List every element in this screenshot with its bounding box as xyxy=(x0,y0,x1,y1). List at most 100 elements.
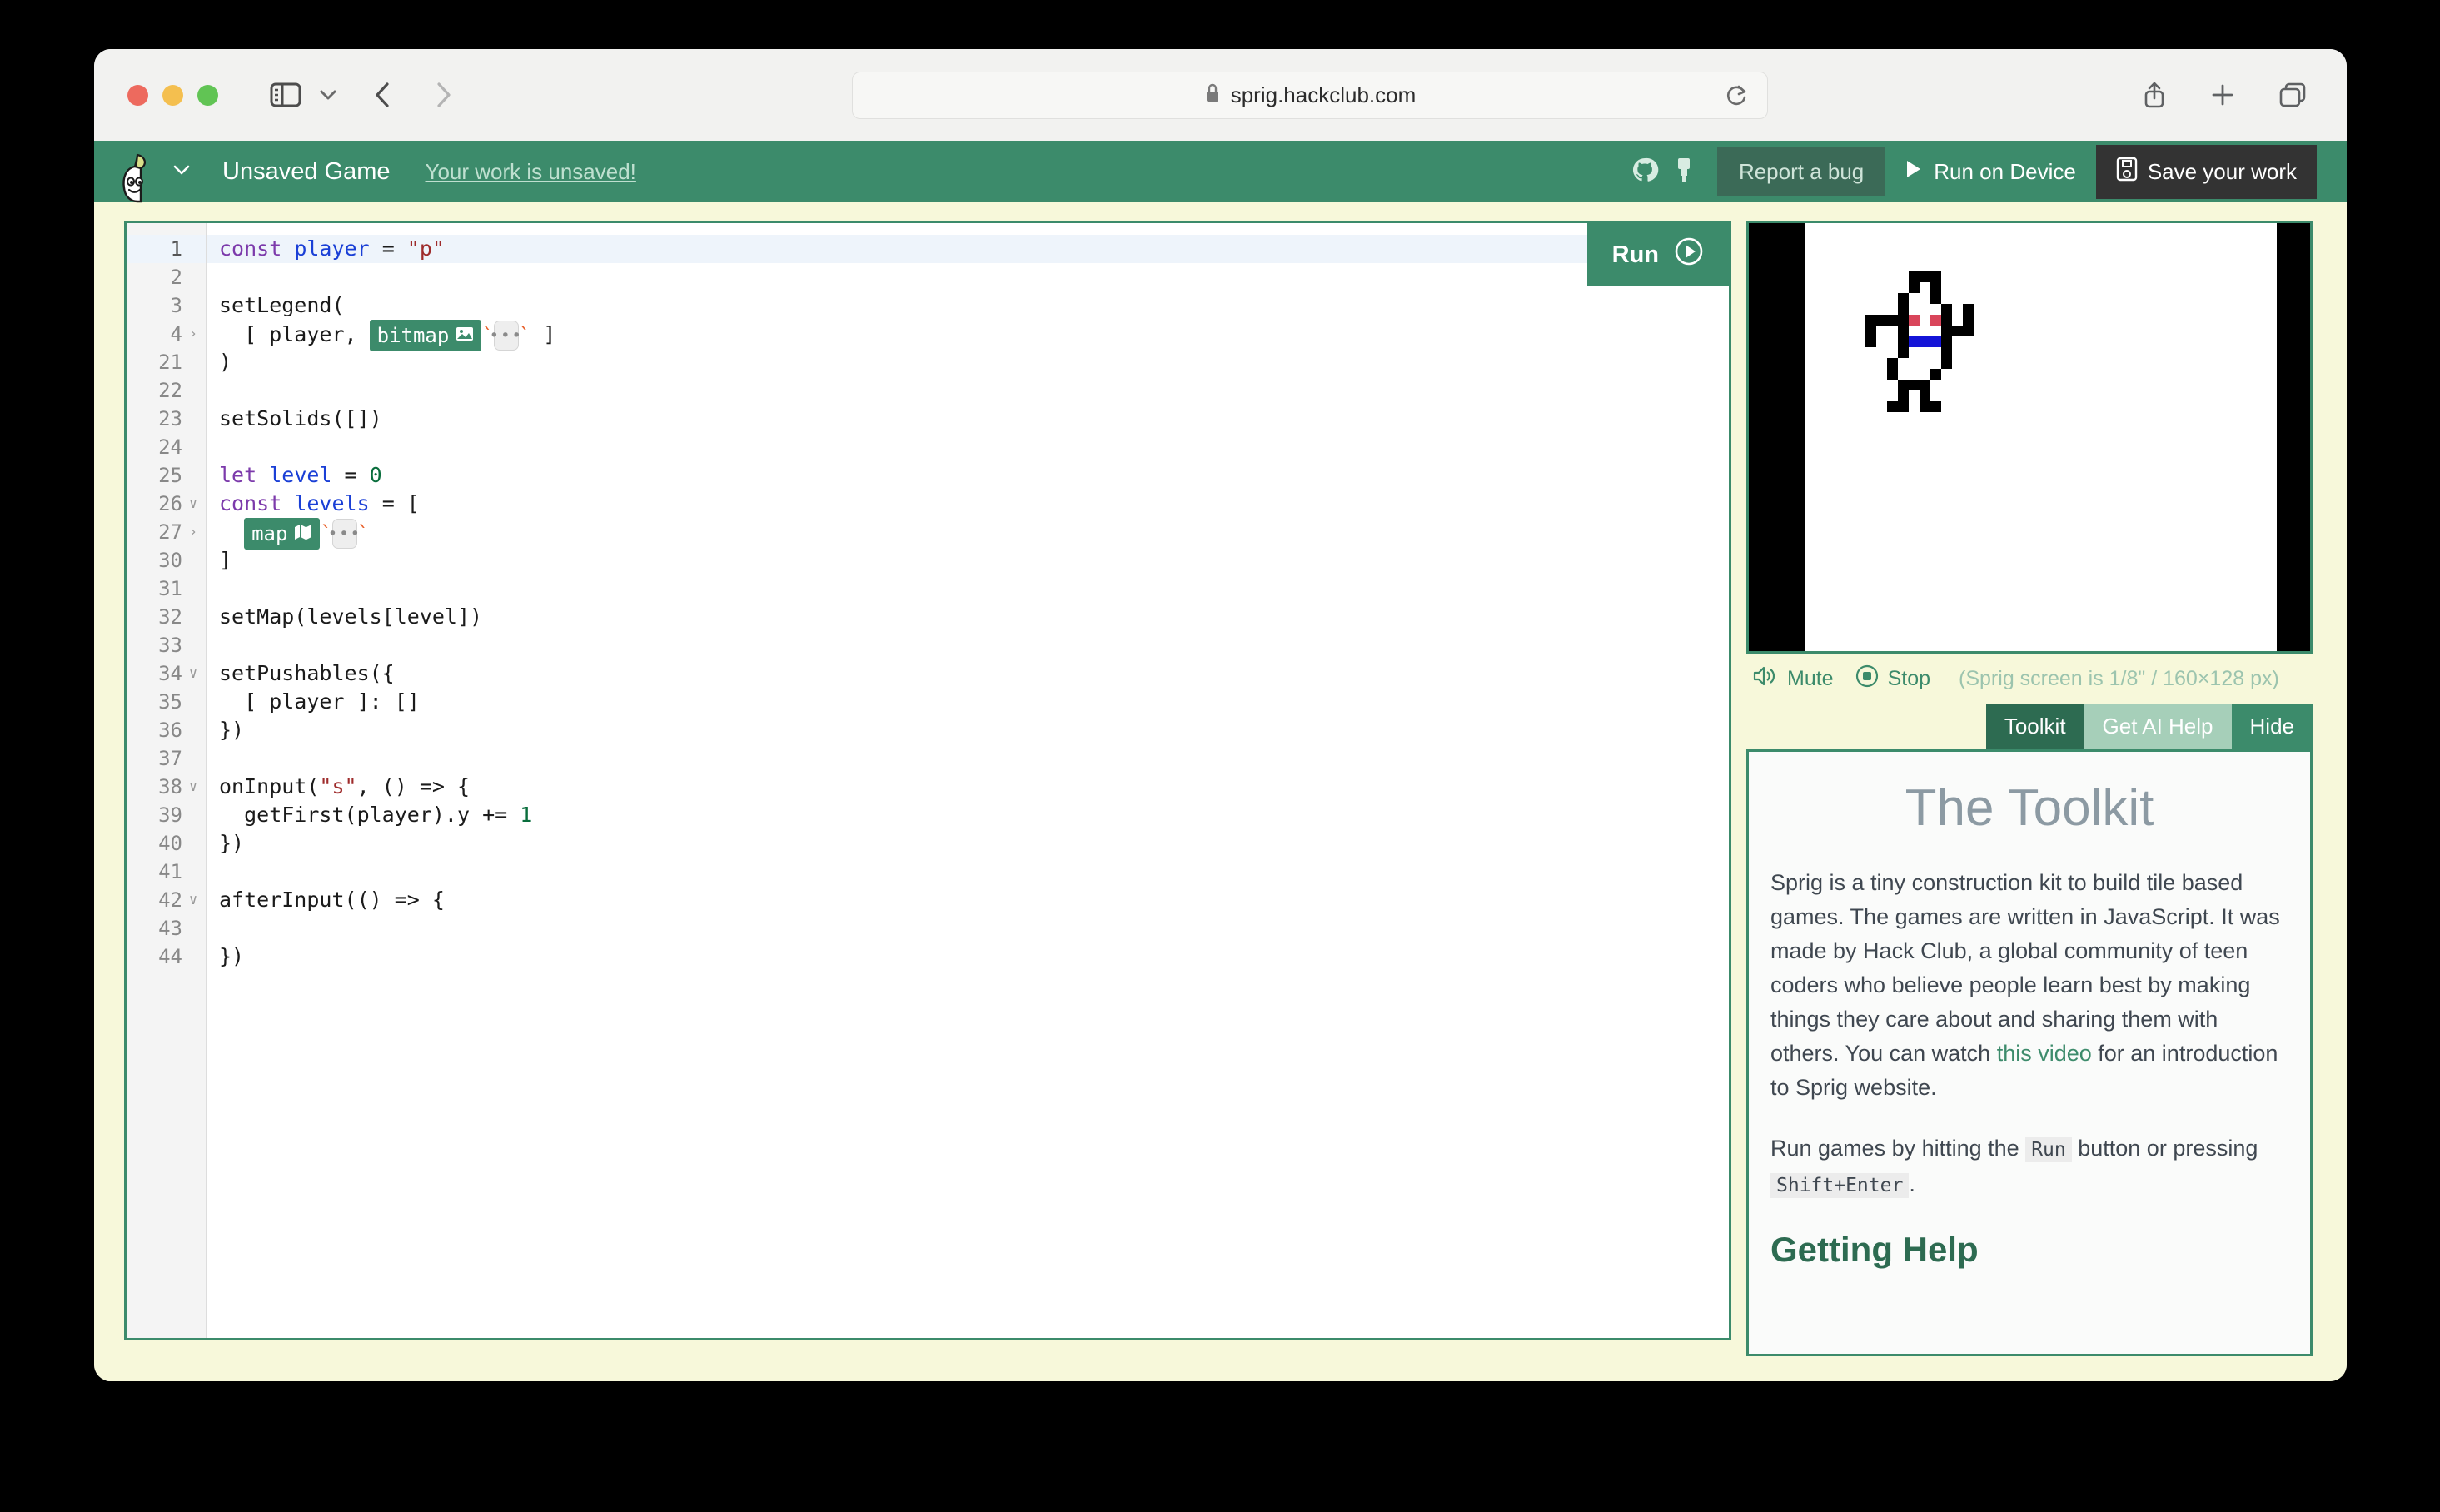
play-triangle-icon xyxy=(1905,159,1922,185)
code-line: onInput("s", () => { xyxy=(207,773,1729,801)
gutter-line: 30 xyxy=(127,546,206,574)
sprig-header: Unsaved Game Your work is unsaved! Repor… xyxy=(94,141,2347,202)
code-line xyxy=(207,914,1729,943)
toolkit-title: The Toolkit xyxy=(1770,778,2288,838)
toolkit-panel: The Toolkit Sprig is a tiny construction… xyxy=(1746,749,2313,1356)
code-editor-panel: 1 2 3 4› 21 22 23 24 25 26∨ 27› 30 31 32… xyxy=(124,221,1731,1340)
github-icon[interactable] xyxy=(1631,156,1659,188)
code-line: let level = 0 xyxy=(207,461,1729,490)
toolkit-tabs: Toolkit Get AI Help Hide xyxy=(1746,704,2313,749)
code-line: ] xyxy=(207,546,1729,574)
code-text-area[interactable]: const player = "p" setLegend( [ player, … xyxy=(207,223,1729,1338)
gutter-line: 26∨ xyxy=(127,490,206,518)
maximize-window-button[interactable] xyxy=(197,85,218,106)
gutter-line: 27› xyxy=(127,518,206,546)
gutter-line: 44 xyxy=(127,943,206,971)
code-line xyxy=(207,744,1729,773)
stop-button[interactable]: Stop xyxy=(1855,664,1930,694)
code-line: const player = "p" xyxy=(207,235,1729,263)
code-line xyxy=(207,263,1729,291)
chevron-down-icon[interactable] xyxy=(318,88,338,102)
plus-icon[interactable] xyxy=(2210,82,2235,107)
code-line xyxy=(207,376,1729,405)
back-arrow-icon[interactable] xyxy=(373,81,393,109)
sprig-logo-icon[interactable] xyxy=(112,152,161,203)
gutter-line: 3 xyxy=(127,291,206,320)
play-circle-icon xyxy=(1674,236,1704,273)
code-line: }) xyxy=(207,829,1729,858)
code-line: [ player ]: [] xyxy=(207,688,1729,716)
stop-icon xyxy=(1855,664,1879,694)
code-line: }) xyxy=(207,716,1729,744)
code-line: setSolids([]) xyxy=(207,405,1729,433)
sprig-body: 1 2 3 4› 21 22 23 24 25 26∨ 27› 30 31 32… xyxy=(94,202,2347,1381)
gutter-line: 36 xyxy=(127,716,206,744)
sidebar-toggle-icon[interactable] xyxy=(270,82,301,108)
code-line: }) xyxy=(207,943,1729,971)
expand-bitmap-button[interactable]: ••• xyxy=(494,321,519,351)
report-bug-button[interactable]: Report a bug xyxy=(1717,147,1885,196)
forward-arrow-icon[interactable] xyxy=(433,81,453,109)
screen-size-note: (Sprig screen is 1/8" / 160×128 px) xyxy=(1959,667,2279,691)
gutter-line: 22 xyxy=(127,376,206,405)
gutter-line: 24 xyxy=(127,433,206,461)
letterbox-right xyxy=(2277,223,2310,651)
image-icon xyxy=(456,321,474,350)
url-bar[interactable]: sprig.hackclub.com xyxy=(852,72,1768,119)
code-line xyxy=(207,574,1729,603)
game-title: Unsaved Game xyxy=(222,158,391,186)
header-actions: Report a bug Run on Device Save your wor… xyxy=(1631,145,2317,199)
close-window-button[interactable] xyxy=(127,85,148,106)
gutter-line: 1 xyxy=(127,235,206,263)
gutter-line: 23 xyxy=(127,405,206,433)
tab-overview-icon[interactable] xyxy=(2278,82,2307,108)
browser-toolbar: sprig.hackclub.com xyxy=(94,49,2347,141)
gutter-line: 35 xyxy=(127,688,206,716)
share-icon[interactable] xyxy=(2142,80,2167,110)
tab-toolkit[interactable]: Toolkit xyxy=(1986,704,2084,749)
code-line: map`•••` xyxy=(207,518,1729,546)
gutter-line: 25 xyxy=(127,461,206,490)
gutter-line: 32 xyxy=(127,603,206,631)
code-line xyxy=(207,631,1729,659)
save-work-button[interactable]: Save your work xyxy=(2096,145,2317,199)
this-video-link[interactable]: this video xyxy=(1997,1041,2092,1066)
run-on-device-button[interactable]: Run on Device xyxy=(1885,147,2096,196)
code-line xyxy=(207,858,1729,886)
gutter-line: 43 xyxy=(127,914,206,943)
gutter-line: 40 xyxy=(127,829,206,858)
code-line: const levels = [ xyxy=(207,490,1729,518)
mute-label: Mute xyxy=(1787,667,1834,691)
map-icon xyxy=(294,520,312,548)
right-column: Mute Stop (Sprig screen is 1/8" / 160×12… xyxy=(1746,221,2313,1356)
traffic-lights xyxy=(127,85,218,106)
gutter-line: 37 xyxy=(127,744,206,773)
floppy-disk-icon xyxy=(2116,157,2138,187)
reload-icon[interactable] xyxy=(1725,83,1749,112)
getting-help-heading: Getting Help xyxy=(1770,1230,2288,1270)
shift-enter-code-chip: Shift+Enter xyxy=(1770,1173,1909,1198)
gutter-line: 21 xyxy=(127,348,206,376)
game-menu-chevron-icon[interactable] xyxy=(172,164,191,180)
mute-button[interactable]: Mute xyxy=(1753,665,1834,693)
browser-window: sprig.hackclub.com xyxy=(94,49,2347,1381)
run-button[interactable]: Run xyxy=(1587,223,1729,286)
bitmap-widget-chip[interactable]: bitmap xyxy=(370,320,482,351)
gutter-line: 33 xyxy=(127,631,206,659)
toolkit-run-paragraph: Run games by hitting the Run button or p… xyxy=(1770,1132,2288,1203)
tab-get-ai-help[interactable]: Get AI Help xyxy=(2084,704,2232,749)
run-label: Run xyxy=(1612,241,1659,269)
unsaved-warning-link[interactable]: Your work is unsaved! xyxy=(426,159,636,185)
save-work-label: Save your work xyxy=(2148,159,2297,185)
map-widget-chip[interactable]: map xyxy=(244,518,320,550)
gutter-line: 34∨ xyxy=(127,659,206,688)
toolkit-intro-paragraph: Sprig is a tiny construction kit to buil… xyxy=(1770,866,2288,1105)
minimize-window-button[interactable] xyxy=(162,85,183,106)
expand-map-button[interactable]: ••• xyxy=(332,519,357,549)
brush-icon[interactable] xyxy=(1672,156,1696,188)
code-line: afterInput(() => { xyxy=(207,886,1729,914)
game-preview-canvas[interactable] xyxy=(1746,221,2313,654)
code-line xyxy=(207,433,1729,461)
code-line: [ player, bitmap`•••` ] xyxy=(207,320,1729,348)
tab-hide[interactable]: Hide xyxy=(2232,704,2313,749)
